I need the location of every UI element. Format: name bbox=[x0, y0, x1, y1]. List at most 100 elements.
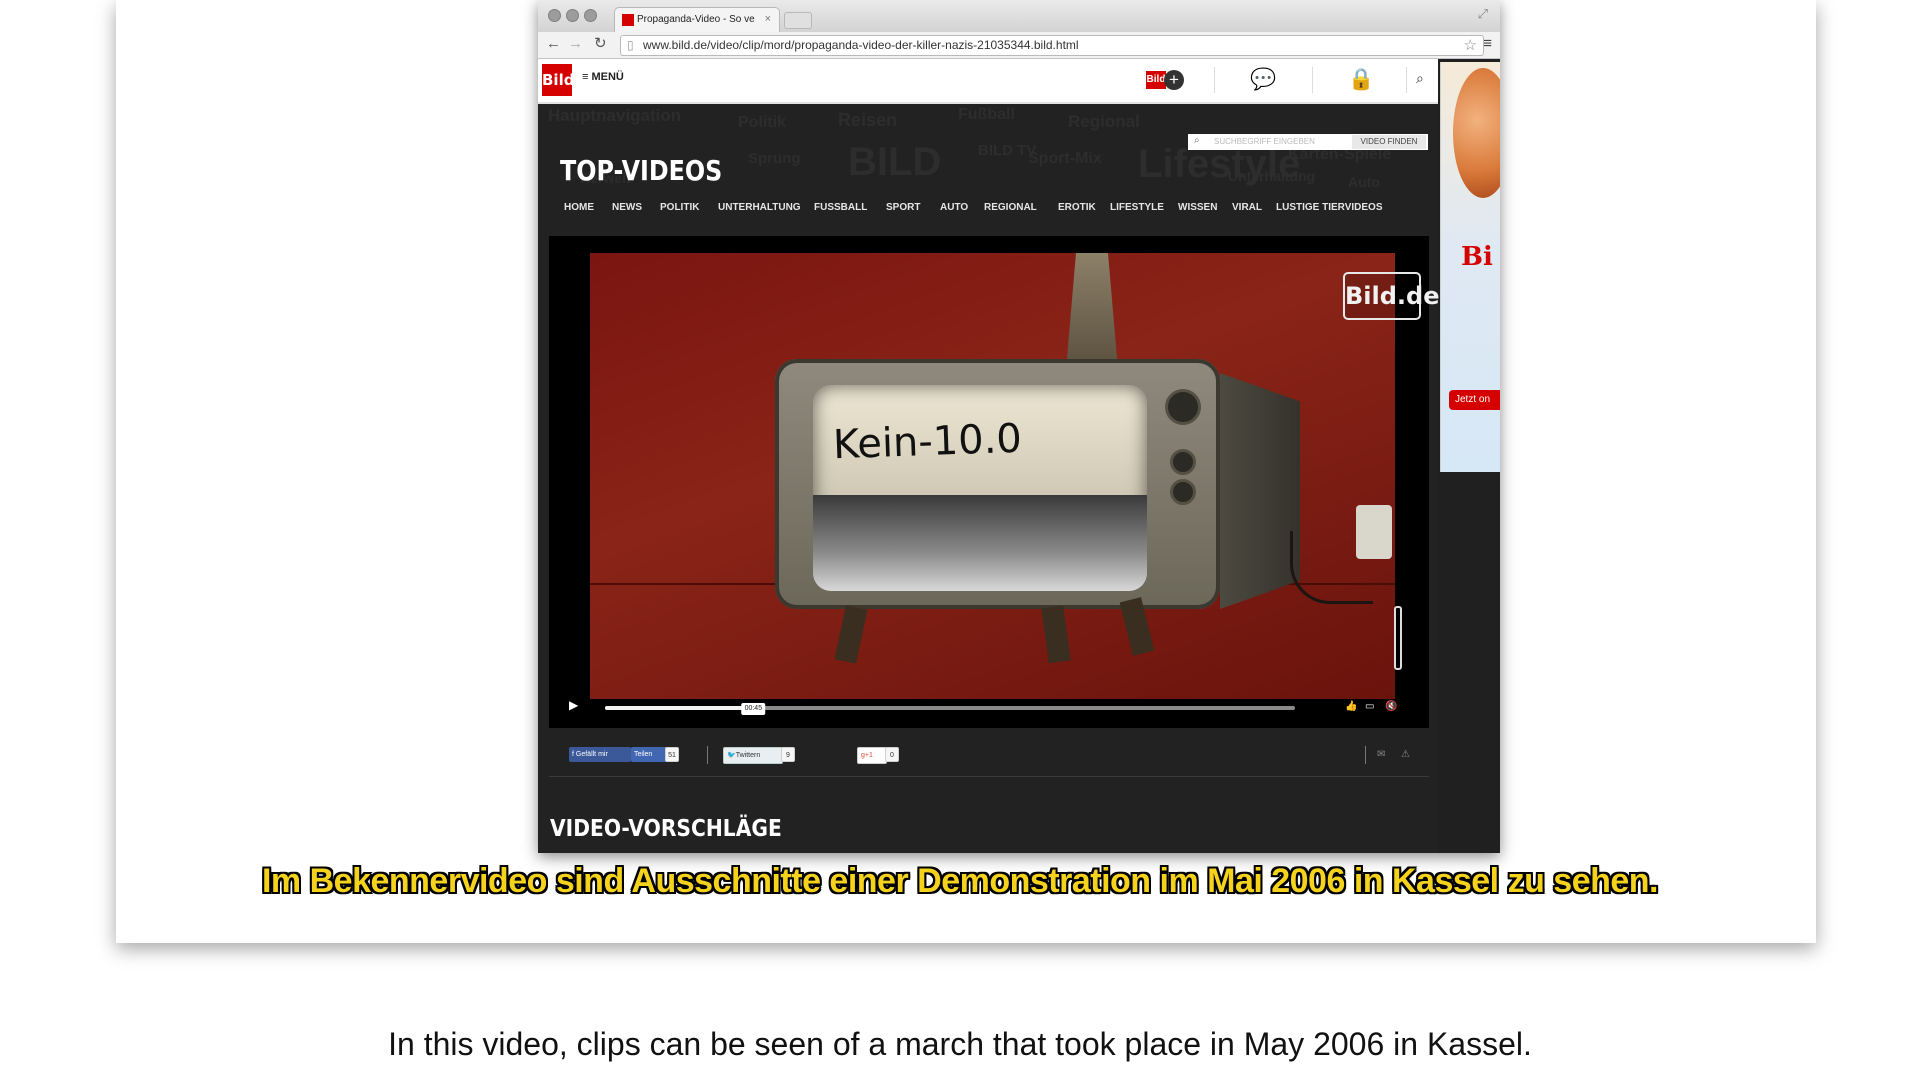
nav-item-home[interactable]: HOME bbox=[564, 202, 594, 213]
time-tooltip: 00:45 bbox=[741, 703, 766, 715]
video-player[interactable]: Kein-10.0 Bild.de ▶ 00:45 👍 ▭ 🔇 bbox=[549, 236, 1440, 728]
wordcloud-word: Hauptnavigation bbox=[548, 106, 682, 125]
search-icon: ⌕ bbox=[1194, 135, 1200, 146]
report-warning-icon[interactable]: ⚠ bbox=[1401, 749, 1410, 760]
lock-icon[interactable]: 🔒 bbox=[1348, 68, 1374, 92]
nav-item-unterhaltung[interactable]: UNTERHALTUNG bbox=[718, 202, 801, 213]
fullscreen-icon[interactable]: ⤢ bbox=[1478, 6, 1488, 22]
new-tab-button[interactable] bbox=[784, 12, 812, 29]
nav-item-auto[interactable]: AUTO bbox=[940, 202, 968, 213]
wordcloud-word: Auto bbox=[1348, 174, 1380, 190]
german-subtitle: Im Bekennervideo sind Ausschnitte einer … bbox=[261, 862, 1659, 900]
wordcloud-word: Unterhaltung bbox=[1228, 168, 1316, 184]
maximize-window-button[interactable] bbox=[584, 9, 597, 22]
tv-knob bbox=[1170, 479, 1196, 505]
play-icon[interactable]: ▶ bbox=[569, 698, 578, 712]
video-page: Hauptnavigation Politik Reisen Sport-Mix… bbox=[538, 104, 1440, 853]
volume-slider[interactable] bbox=[1394, 606, 1402, 670]
nav-item-lustige-tiervideos[interactable]: LUSTIGE TIERVIDEOS bbox=[1276, 202, 1383, 213]
tv-knob bbox=[1170, 449, 1196, 475]
ad-cta-button[interactable]: Jetzt on bbox=[1449, 390, 1500, 410]
browser-tab[interactable]: Propaganda-Video - So ve × bbox=[614, 7, 780, 33]
tv-leg bbox=[1041, 605, 1071, 664]
search-placeholder: SUCHBEGRIFF EINGEBEN bbox=[1214, 137, 1315, 146]
wordcloud-word: Sprung bbox=[748, 150, 801, 167]
nav-item-politik[interactable]: POLITIK bbox=[660, 202, 699, 213]
nav-item-erotik[interactable]: EROTIK bbox=[1058, 202, 1096, 213]
google-plus-count: 0 bbox=[885, 747, 899, 762]
video-suggestions-title: VIDEO-VORSCHLÄGE bbox=[550, 816, 782, 842]
tv-cabinet-side bbox=[1220, 373, 1300, 609]
header-divider bbox=[1312, 67, 1313, 93]
progress-bar[interactable]: 00:45 bbox=[605, 703, 1295, 715]
tv-screen: Kein-10.0 bbox=[813, 385, 1147, 591]
share-divider bbox=[1365, 746, 1366, 764]
address-bar[interactable]: ▯ www.bild.de/video/clip/mord/propaganda… bbox=[620, 35, 1484, 56]
content-divider bbox=[549, 776, 1429, 777]
nav-item-news[interactable]: NEWS bbox=[612, 202, 642, 213]
search-icon[interactable]: ⌕ bbox=[1416, 70, 1424, 87]
site-header: Bild ≡ MENÜ Bild + 💬 🔒 ⌕ bbox=[538, 59, 1438, 104]
wordcloud-word: BILD bbox=[848, 140, 942, 184]
minimize-window-button[interactable] bbox=[566, 9, 579, 22]
nav-item-lifestyle[interactable]: LIFESTYLE bbox=[1110, 202, 1164, 213]
twitter-label: Twittern bbox=[735, 752, 761, 759]
english-caption: In this video, clips can be seen of a ma… bbox=[388, 1026, 1532, 1062]
plus-icon: + bbox=[1164, 70, 1184, 90]
social-share-row: f Gefällt mir Teilen 51 🐦Twittern 9 g+1 … bbox=[549, 740, 1429, 770]
header-divider bbox=[1406, 67, 1407, 93]
nav-item-sport[interactable]: SPORT bbox=[886, 202, 920, 213]
power-cord bbox=[1290, 531, 1373, 604]
nav-item-regional[interactable]: REGIONAL bbox=[984, 202, 1037, 213]
back-arrow-icon[interactable]: ← bbox=[546, 35, 561, 53]
volume-mute-icon[interactable]: 🔇 bbox=[1385, 701, 1397, 712]
reload-icon[interactable]: ↻ bbox=[594, 35, 607, 53]
bild-favicon-icon bbox=[622, 14, 634, 26]
protest-banner-text: Kein-10.0 bbox=[832, 415, 1023, 469]
page-icon: ▯ bbox=[627, 38, 634, 52]
close-window-button[interactable] bbox=[548, 9, 561, 22]
tab-close-icon[interactable]: × bbox=[765, 13, 771, 25]
video-frame[interactable]: Kein-10.0 bbox=[590, 253, 1395, 699]
facebook-like-button[interactable]: f Gefällt mir bbox=[569, 747, 631, 762]
facebook-share-button[interactable]: Teilen bbox=[631, 747, 667, 762]
tv-knob bbox=[1165, 389, 1201, 425]
tv-set: Kein-10.0 bbox=[775, 359, 1220, 609]
twitter-count: 9 bbox=[781, 747, 795, 762]
nav-item-wissen[interactable]: WISSEN bbox=[1178, 202, 1217, 213]
google-plus-button[interactable]: g+1 bbox=[857, 747, 887, 764]
twitter-button[interactable]: 🐦Twittern bbox=[723, 747, 783, 764]
share-divider bbox=[707, 746, 708, 764]
menu-button[interactable]: ≡ MENÜ bbox=[582, 71, 624, 83]
bild-logo[interactable]: Bild bbox=[542, 64, 574, 96]
video-search-input[interactable]: ⌕ SUCHBEGRIFF EINGEBEN VIDEO FINDEN bbox=[1188, 134, 1428, 150]
menu-label: MENÜ bbox=[591, 71, 624, 83]
wordcloud-word: BILD TV bbox=[978, 142, 1037, 159]
browser-window: Propaganda-Video - So ve × ⤢ ← → ↻ ▯ www… bbox=[538, 0, 1500, 853]
facebook-count: 51 bbox=[665, 747, 679, 762]
comments-bubble-icon[interactable]: 💬 bbox=[1250, 68, 1276, 92]
email-icon[interactable]: ✉ bbox=[1377, 749, 1385, 760]
bild-plus-logo[interactable]: Bild + bbox=[1146, 68, 1190, 92]
wordcloud-word: Regional bbox=[1068, 112, 1140, 131]
thumbs-up-icon[interactable]: 👍 bbox=[1345, 701, 1357, 712]
screen-mode-icon[interactable]: ▭ bbox=[1365, 701, 1374, 712]
header-divider bbox=[1214, 67, 1215, 93]
forward-arrow-icon[interactable]: → bbox=[568, 35, 583, 53]
browser-toolbar: ← → ↻ ▯ www.bild.de/video/clip/mord/prop… bbox=[538, 32, 1500, 59]
find-video-button[interactable]: VIDEO FINDEN bbox=[1352, 135, 1426, 149]
ad-logo: Bi bbox=[1461, 242, 1493, 272]
ad-character-image bbox=[1453, 68, 1500, 198]
crowd-footage bbox=[813, 495, 1147, 591]
wordcloud-word: Politik bbox=[738, 114, 787, 131]
section-title: TOP-VIDEOS bbox=[560, 154, 723, 187]
tv-leg bbox=[834, 605, 868, 664]
side-advertisement[interactable]: Bi Jetzt on bbox=[1440, 62, 1500, 472]
bookmark-star-icon[interactable]: ☆ bbox=[1464, 36, 1477, 54]
progress-fill bbox=[605, 706, 754, 710]
browser-menu-icon[interactable]: ≡ bbox=[1483, 35, 1492, 52]
wordcloud-word: Reisen bbox=[838, 110, 898, 130]
twitter-bird-icon: 🐦 bbox=[727, 752, 736, 759]
nav-item-fussball[interactable]: FUSSBALL bbox=[814, 202, 867, 213]
nav-item-viral[interactable]: VIRAL bbox=[1232, 202, 1262, 213]
